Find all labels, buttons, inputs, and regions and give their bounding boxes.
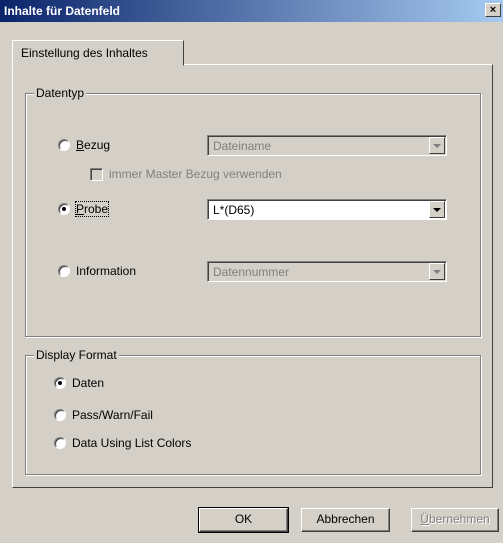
datentyp-group: Datentyp Bezug Dateiname immer Master Be… bbox=[25, 86, 481, 337]
master-bezug-label: immer Master Bezug verwenden bbox=[109, 167, 282, 181]
bezug-combo-value: Dateiname bbox=[213, 139, 272, 153]
chevron-down-icon[interactable] bbox=[429, 263, 445, 280]
probe-combo[interactable]: L*(D65) bbox=[207, 199, 447, 220]
master-bezug-checkbox-box[interactable] bbox=[90, 167, 103, 181]
close-button[interactable]: × bbox=[485, 3, 501, 17]
probe-combo-value: L*(D65) bbox=[213, 203, 255, 217]
bezug-combo[interactable]: Dateiname bbox=[207, 135, 447, 156]
datentyp-group-title: Datentyp bbox=[34, 86, 87, 100]
display-format-group: Display Format Daten Pass/Warn/Fail Data… bbox=[25, 348, 481, 475]
bezug-radio[interactable]: Bezug bbox=[58, 136, 110, 154]
title-bar: Inhalte für Datenfeld × bbox=[0, 0, 503, 22]
display-format-option[interactable]: Daten bbox=[54, 374, 104, 392]
probe-radio-circle[interactable] bbox=[58, 203, 70, 215]
window-title: Inhalte für Datenfeld bbox=[4, 4, 121, 18]
probe-radio[interactable]: Probe bbox=[58, 200, 110, 218]
tab-einstellung-des-inhaltes[interactable]: Einstellung des Inhaltes bbox=[12, 40, 184, 66]
apply-button[interactable]: Übernehmen bbox=[411, 508, 499, 532]
tab-panel: Datentyp Bezug Dateiname immer Master Be… bbox=[12, 64, 493, 488]
information-radio[interactable]: Information bbox=[58, 262, 136, 280]
chevron-down-icon[interactable] bbox=[429, 201, 445, 218]
display-format-option-label: Data Using List Colors bbox=[72, 436, 192, 450]
information-combo-value: Datennummer bbox=[213, 265, 290, 279]
information-label: Information bbox=[76, 264, 137, 278]
display-format-option-label: Pass/Warn/Fail bbox=[72, 408, 153, 422]
bezug-label: Bezug bbox=[76, 138, 111, 152]
display-format-option[interactable]: Pass/Warn/Fail bbox=[54, 406, 153, 424]
bezug-radio-circle[interactable] bbox=[58, 139, 70, 151]
display-format-radio-circle[interactable] bbox=[54, 409, 66, 421]
information-combo[interactable]: Datennummer bbox=[207, 261, 447, 282]
tab-label: Einstellung des Inhaltes bbox=[21, 46, 148, 60]
display-format-radio-circle[interactable] bbox=[54, 377, 66, 389]
information-radio-circle[interactable] bbox=[58, 265, 70, 277]
display-format-option[interactable]: Data Using List Colors bbox=[54, 434, 191, 452]
display-format-group-title: Display Format bbox=[34, 348, 119, 362]
display-format-option-label: Daten bbox=[72, 376, 105, 390]
master-bezug-checkbox[interactable]: immer Master Bezug verwenden bbox=[90, 167, 282, 181]
probe-label: Probe bbox=[74, 201, 110, 217]
chevron-down-icon[interactable] bbox=[429, 137, 445, 154]
cancel-button[interactable]: Abbrechen bbox=[301, 508, 390, 532]
display-format-radio-circle[interactable] bbox=[54, 437, 66, 449]
ok-button[interactable]: OK bbox=[198, 507, 289, 533]
